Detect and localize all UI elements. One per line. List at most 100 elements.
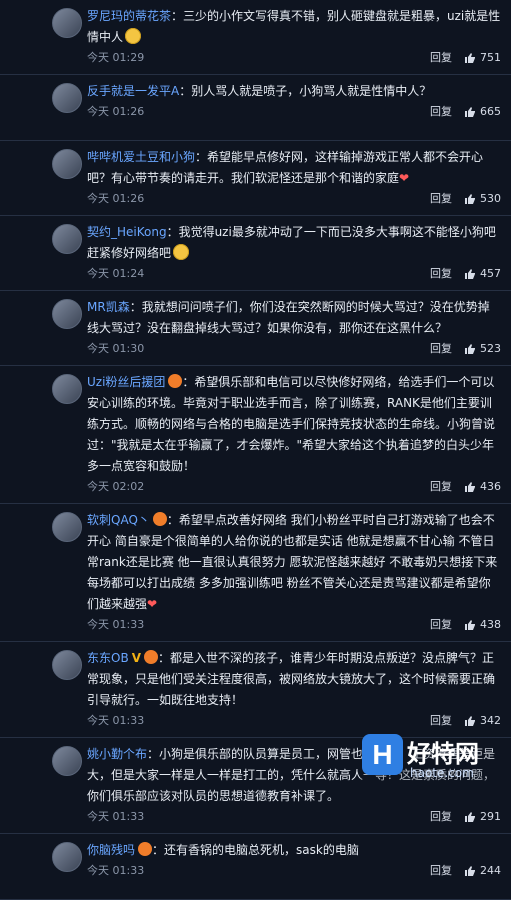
site-watermark: H 好特网 haote.com (360, 730, 511, 789)
timestamp: 今天 01:33 (87, 618, 145, 631)
reply-button[interactable]: 回复 (430, 264, 452, 284)
avatar[interactable] (52, 512, 82, 542)
comment-text: 罗尼玛的蒂花茶：三少的小作文写得真不错，别人砸键盘就是粗暴，uzi就是性情中人 (87, 6, 501, 48)
comment-actions: 回复 438 (430, 615, 501, 635)
comment-item-5: MR凯森：我就想问问喷子们，你们没在突然断网的时候大骂过？没在优势掉线大骂过？没… (0, 291, 511, 366)
smile-emoji-icon (125, 28, 142, 44)
avatar[interactable] (52, 374, 82, 404)
like-count: 457 (480, 267, 501, 280)
like-button[interactable]: 244 (464, 861, 501, 881)
username[interactable]: 契约_HeiKong (87, 225, 167, 239)
reply-button[interactable]: 回复 (430, 711, 452, 731)
reply-button[interactable]: 回复 (430, 339, 452, 359)
username[interactable]: 姚小勤个布 (87, 747, 147, 761)
thumbs-up-icon (465, 107, 475, 117)
avatar[interactable] (52, 149, 82, 179)
comment-content: ：还有香锅的电脑总死机，sask的电脑 (152, 843, 359, 857)
comment-text: Uzi粉丝后援团 ：希望俱乐部和电信可以尽快修好网络，给选手们一个可以安心训练的环… (87, 372, 501, 477)
comment-meta: 今天 02:02 回复 436 (87, 477, 501, 497)
comment-meta: 今天 01:33 回复 438 (87, 615, 501, 635)
like-button[interactable]: 291 (464, 807, 501, 827)
comment-content: ：别人骂人就是喷子，小狗骂人就是性情中人？ (179, 84, 432, 98)
timestamp: 今天 01:26 (87, 105, 145, 118)
reply-button[interactable]: 回复 (430, 807, 452, 827)
timestamp: 今天 01:26 (87, 192, 145, 205)
like-count: 342 (480, 714, 501, 727)
username[interactable]: 你脑残吗 (87, 843, 135, 857)
comment-meta: 今天 01:26 回复 530 (87, 189, 501, 209)
comment-actions: 回复 751 (430, 48, 501, 68)
like-count: 244 (480, 864, 501, 877)
username[interactable]: Uzi粉丝后援团 (87, 375, 165, 389)
username[interactable]: MR凯森 (87, 300, 130, 314)
like-count: 523 (480, 342, 501, 355)
avatar[interactable] (52, 650, 82, 680)
heart-icon: ❤ (399, 171, 410, 185)
timestamp: 今天 01:29 (87, 51, 145, 64)
comment-text: 东东OB V ：都是入世不深的孩子，谁青少年时期没点叛逆？没点脾气？正常现象，只是他… (87, 648, 501, 711)
reply-button[interactable]: 回复 (430, 861, 452, 881)
comment-text: 哔哔机爱土豆和小狗：希望能早点修好网，这样输掉游戏正常人都不会开心吧？有心带节奏… (87, 147, 501, 189)
watermark-url: haote.com (410, 766, 474, 780)
like-count: 665 (480, 105, 501, 118)
comment-meta: 今天 01:30 回复 523 (87, 339, 501, 359)
like-button[interactable]: 665 (464, 102, 501, 122)
avatar[interactable] (52, 8, 82, 38)
username[interactable]: 反手就是一发平A (87, 84, 179, 98)
comment-meta: 今天 01:33 回复 291 (87, 807, 501, 827)
reply-button[interactable]: 回复 (430, 477, 452, 497)
thumbs-up-icon (465, 620, 475, 630)
comment-text: 你脑残吗 ：还有香锅的电脑总死机，sask的电脑 (87, 840, 501, 861)
like-count: 530 (480, 192, 501, 205)
like-count: 291 (480, 810, 501, 823)
like-button[interactable]: 523 (464, 339, 501, 359)
comment-text: 反手就是一发平A：别人骂人就是喷子，小狗骂人就是性情中人？ (87, 81, 501, 102)
like-button[interactable]: 530 (464, 189, 501, 209)
reply-button[interactable]: 回复 (430, 189, 452, 209)
comment-actions: 回复 342 (430, 711, 501, 731)
reply-button[interactable]: 回复 (430, 615, 452, 635)
haote-logo-icon: H (362, 734, 403, 775)
comment-actions: 回复 436 (430, 477, 501, 497)
username[interactable]: 罗尼玛的蒂花茶 (87, 9, 171, 23)
comment-item-3: 哔哔机爱土豆和小狗：希望能早点修好网，这样输掉游戏正常人都不会开心吧？有心带节奏… (0, 141, 511, 216)
timestamp: 今天 01:33 (87, 810, 145, 823)
thumbs-up-icon (465, 812, 475, 822)
comment-actions: 回复 457 (430, 264, 501, 284)
like-button[interactable]: 438 (464, 615, 501, 635)
thumbs-up-icon (465, 344, 475, 354)
like-count: 438 (480, 618, 501, 631)
avatar[interactable] (52, 224, 82, 254)
like-button[interactable]: 457 (464, 264, 501, 284)
timestamp: 今天 02:02 (87, 480, 145, 493)
username[interactable]: 软刺QAQ丶 (87, 513, 150, 527)
fan-badge-icon (143, 650, 158, 664)
comment-text: 软刺QAQ丶 ：希望早点改善好网络 我们小粉丝平时自己打游戏输了也会不开心 简自豪… (87, 510, 501, 615)
fan-badge-icon (168, 374, 183, 388)
like-button[interactable]: 342 (464, 711, 501, 731)
like-button[interactable]: 751 (464, 48, 501, 68)
comment-text: MR凯森：我就想问问喷子们，你们没在突然断网的时候大骂过？没在优势掉线大骂过？没… (87, 297, 501, 339)
comment-item-1: 罗尼玛的蒂花茶：三少的小作文写得真不错，别人砸键盘就是粗暴，uzi就是性情中人 … (0, 0, 511, 75)
username[interactable]: 东东OB (87, 651, 129, 665)
reply-button[interactable]: 回复 (430, 102, 452, 122)
like-count: 436 (480, 480, 501, 493)
comment-meta: 今天 01:33 回复 342 (87, 711, 501, 731)
thinking-emoji-icon (173, 244, 190, 260)
avatar[interactable] (52, 746, 82, 776)
comment-content: ：希望俱乐部和电信可以尽快修好网络，给选手们一个可以安心训练的环境。毕竟对于职业… (87, 375, 496, 473)
comment-meta: 今天 01:29 回复 751 (87, 48, 501, 68)
timestamp: 今天 01:33 (87, 864, 145, 877)
comment-actions: 回复 244 (430, 861, 501, 881)
thumbs-up-icon (465, 866, 475, 876)
username[interactable]: 哔哔机爱土豆和小狗 (87, 150, 195, 164)
thumbs-up-icon (465, 194, 475, 204)
reply-button[interactable]: 回复 (430, 48, 452, 68)
comment-actions: 回复 665 (430, 102, 501, 122)
avatar[interactable] (52, 299, 82, 329)
comment-meta: 今天 01:26 回复 665 (87, 102, 501, 122)
avatar[interactable] (52, 842, 82, 872)
fan-badge-icon (138, 842, 153, 856)
like-button[interactable]: 436 (464, 477, 501, 497)
avatar[interactable] (52, 83, 82, 113)
